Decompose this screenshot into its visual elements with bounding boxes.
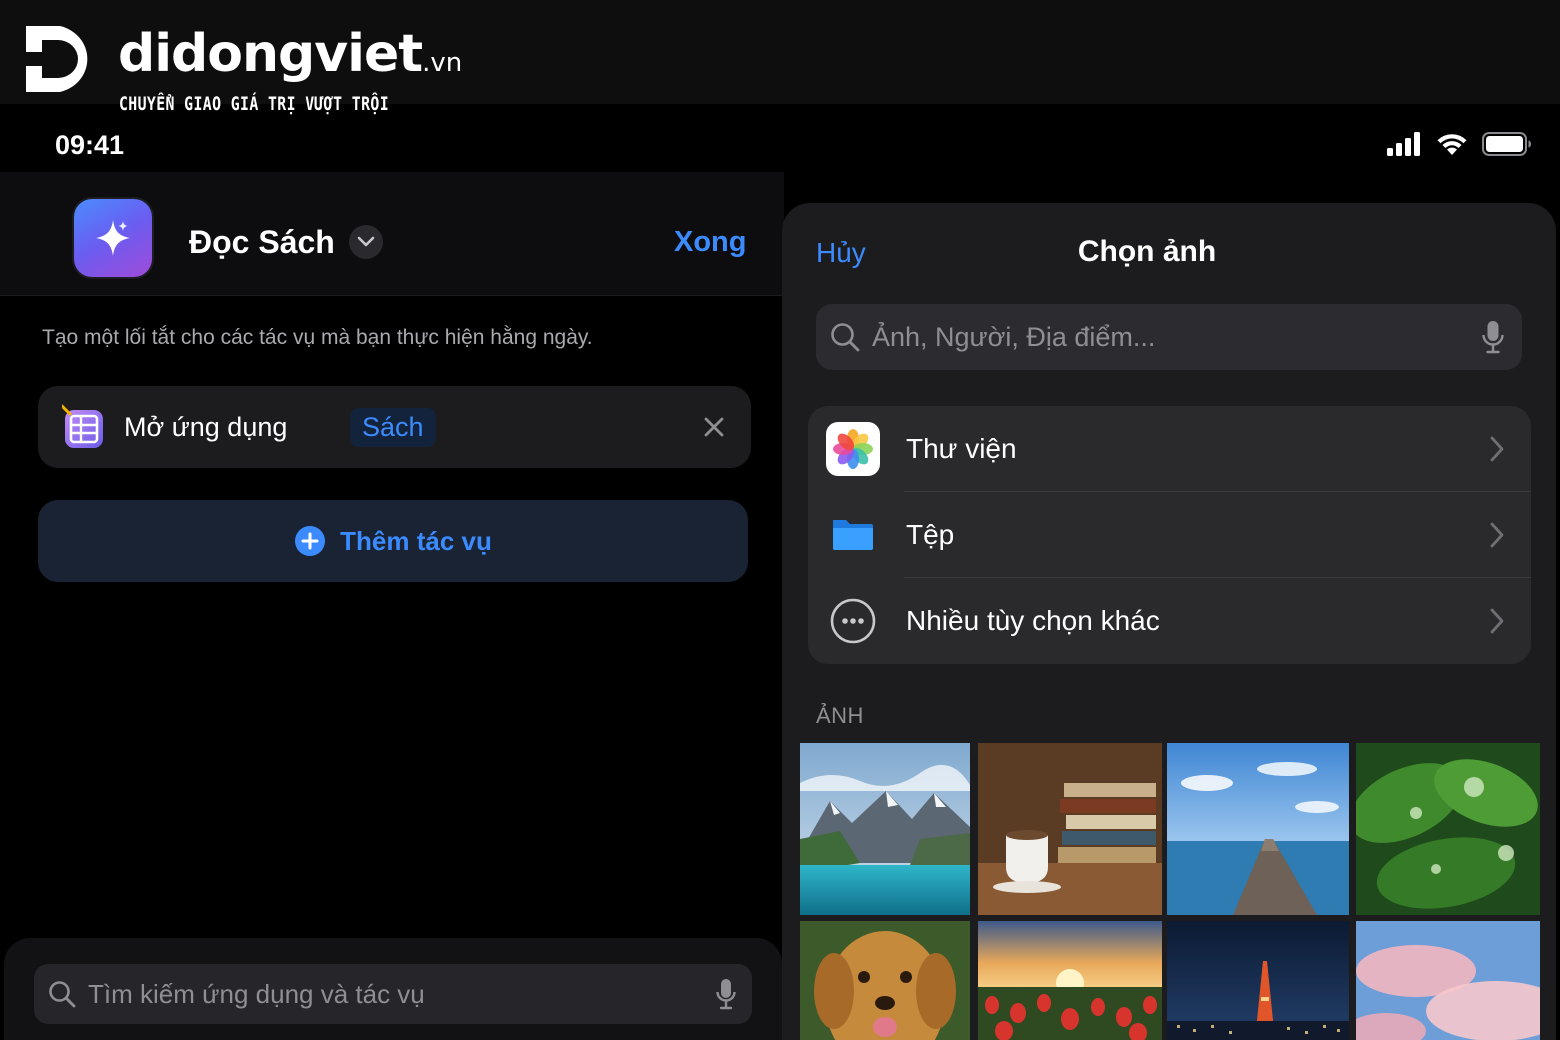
open-app-icon [62, 404, 103, 448]
status-icons [1386, 132, 1532, 156]
shortcut-title[interactable]: Đọc Sách [189, 224, 335, 261]
source-row-files[interactable]: Tệp [808, 492, 1531, 578]
wifi-icon [1437, 134, 1467, 155]
photos-icon [826, 422, 880, 476]
remove-action-icon[interactable] [699, 412, 729, 442]
editor-header: Đọc Sách Xong [0, 172, 784, 296]
action-search-panel [4, 938, 782, 1040]
sparkle-icon [96, 220, 130, 256]
source-list: Thư viện Tệp Nhiều tùy chọn khác [808, 406, 1531, 664]
microphone-icon[interactable] [716, 978, 736, 1010]
chevron-down-icon [357, 236, 375, 247]
chevron-right-icon [1490, 522, 1504, 548]
done-button[interactable]: Xong [674, 226, 747, 259]
sheet-title: Chọn ảnh [1077, 235, 1217, 268]
photo-search-input[interactable] [872, 304, 1462, 370]
tulip-sunset-photo[interactable] [978, 921, 1162, 1040]
watermark-name: didongviet.vn [118, 24, 463, 84]
microphone-icon[interactable] [1482, 320, 1504, 354]
chevron-right-icon [1490, 436, 1504, 462]
search-icon [49, 981, 76, 1008]
mountain-lake-photo[interactable] [800, 743, 970, 915]
shortcut-editor: Đọc Sách Xong Tạo một lối tắt cho các tá… [0, 172, 784, 1040]
status-time: 09:41 [55, 130, 125, 160]
source-label: Tệp [906, 519, 955, 550]
battery-icon [1482, 132, 1531, 156]
source-row-library[interactable]: Thư viện [808, 406, 1531, 492]
action-search-bar[interactable] [34, 964, 752, 1024]
watermark-banner: didongviet.vn CHUYỂN GIAO GIÁ TRỊ VƯỢT T… [0, 0, 1560, 115]
pink-clouds-photo[interactable] [1356, 921, 1540, 1040]
photo-search-bar[interactable] [816, 304, 1522, 370]
cellular-signal-icon [1387, 132, 1420, 156]
photo-picker-sheet: Hủy Chọn ảnh Ảnh, Người, Địa điểm... Thư… [782, 203, 1556, 1040]
watermark-tagline: CHUYỂN GIAO GIÁ TRỊ VƯỢT TRỘI [119, 93, 390, 115]
add-action-button[interactable]: Thêm tác vụ [38, 500, 748, 582]
folder-icon [833, 520, 873, 550]
source-label: Nhiều tùy chọn khác [906, 605, 1160, 636]
app-parameter-token[interactable]: Sách [350, 408, 436, 447]
add-action-label: Thêm tác vụ [340, 525, 492, 556]
plus-circle-icon [295, 526, 326, 556]
wet-leaves-photo[interactable] [1356, 743, 1540, 915]
photos-section-title: ẢNH [816, 703, 864, 728]
action-search-input[interactable] [88, 964, 688, 1024]
shortcut-description: Tạo một lối tắt cho các tác vụ mà bạn th… [42, 326, 593, 349]
pier-sea-photo[interactable] [1167, 743, 1349, 915]
source-label: Thư viện [906, 433, 1017, 464]
more-options-icon [830, 598, 876, 644]
didongviet-logo [26, 26, 88, 92]
shortcut-app-icon[interactable] [74, 199, 152, 277]
action-label: Mở ứng dụng [124, 412, 288, 442]
chevron-right-icon [1490, 608, 1504, 634]
city-tower-night-photo[interactable] [1167, 921, 1349, 1040]
action-card-open-app[interactable]: Mở ứng dụng Sách [38, 386, 751, 468]
source-row-more-options[interactable]: Nhiều tùy chọn khác [808, 578, 1531, 664]
books-coffee-photo[interactable] [978, 743, 1162, 915]
golden-retriever-photo[interactable] [800, 921, 970, 1040]
title-menu-button[interactable] [349, 225, 383, 259]
search-icon [831, 323, 860, 352]
